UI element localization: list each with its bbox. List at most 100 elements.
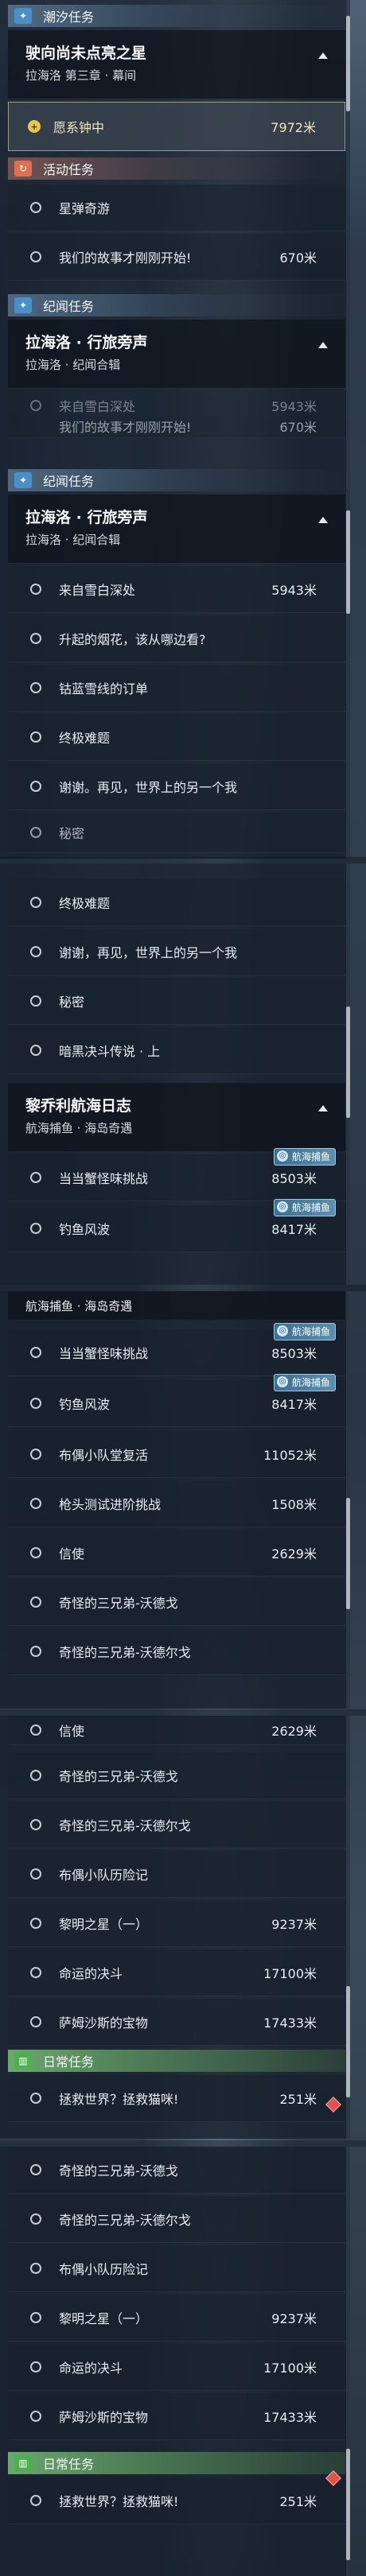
quest-row[interactable]: 布偶小队历险记 (8, 2245, 345, 2292)
quest-name: 奇怪的三兄弟-沃德戈 (59, 1769, 178, 1784)
quest-row[interactable]: 奇怪的三兄弟-沃德戈 (8, 1579, 345, 1626)
quest-distance: 17100米 (263, 2361, 317, 2376)
quest-row[interactable]: 信使 2629米 (8, 1716, 345, 1745)
quest-distance: 1508米 (271, 1497, 317, 1512)
quest-distance: 5943米 (271, 399, 317, 414)
mission-title: 拉海洛 · 行旅旁声 (25, 509, 148, 526)
quest-name: 黎明之星（一） (59, 1917, 149, 1932)
quest-row[interactable]: 秘密 (8, 813, 345, 853)
quest-row[interactable]: 星弹奇游 (8, 184, 345, 231)
quest-name: 布偶小队历险记 (59, 1868, 149, 1883)
quest-row[interactable]: 拯救世界？拯救猫咪! 251米 (8, 2075, 345, 2122)
scrollbar-thumb[interactable] (346, 1007, 350, 1118)
quest-name: 布偶小队历险记 (59, 2262, 149, 2277)
quest-distance: 8503米 (271, 1346, 317, 1361)
quest-name: 奇怪的三兄弟-沃德尔戈 (59, 1645, 191, 1660)
quest-row[interactable]: 奇怪的三兄弟-沃德戈 (8, 1752, 345, 1799)
collapse-chevron-icon[interactable] (318, 52, 328, 59)
quest-row[interactable]: 奇怪的三兄弟-沃德戈 (8, 2147, 345, 2194)
quest-name: 钓鱼风波 (59, 1222, 111, 1237)
quest-row[interactable]: 来自雪白深处 5943米 (8, 566, 345, 613)
quest-circle-icon (30, 1498, 41, 1509)
quest-row[interactable]: 命运的决斗 17100米 (8, 2344, 345, 2391)
category-header-chaoxi[interactable]: ✦ 潮汐任务 (8, 5, 345, 27)
quest-circle-icon (30, 2093, 41, 2104)
category-header-activity[interactable]: ↻ 活动任务 (8, 157, 345, 180)
collapse-chevron-icon[interactable] (318, 342, 328, 348)
quest-row[interactable]: 信使 2629米 (8, 1530, 345, 1577)
collapse-chevron-icon[interactable] (318, 517, 328, 523)
category-header-daily[interactable]: ▥ 日常任务 (8, 2452, 345, 2474)
quest-row[interactable]: 奇怪的三兄弟-沃德尔戈 (8, 1628, 345, 1675)
quest-row[interactable]: 终极难题 (8, 714, 345, 761)
quest-circle-icon (30, 1819, 41, 1830)
quest-row[interactable]: 命运的决斗 17100米 (8, 1949, 345, 1996)
quest-name: 信使 (59, 1724, 85, 1739)
quest-name: 布偶小队堂复活 (59, 1448, 149, 1463)
tracking-quest-distance: 7972米 (271, 120, 316, 135)
quest-row[interactable]: 暗黑决斗传说 · 上 (8, 1027, 345, 1074)
quest-panel-6: 奇怪的三兄弟-沃德戈 奇怪的三兄弟-沃德尔戈 布偶小队历险记 黎明之星（一） 9… (0, 2147, 350, 2576)
mission-subtitle: 航海捕鱼 · 海岛奇遇 (25, 1121, 133, 1135)
quest-row-cut: 我们的故事才刚刚开始! 670米 (8, 415, 345, 438)
scrollbar-thumb[interactable] (346, 16, 350, 111)
category-title: 纪闻任务 (43, 299, 95, 314)
quest-row[interactable]: 黎明之星（一） 9237米 (8, 1900, 345, 1947)
quest-circle-icon (30, 1724, 41, 1736)
quest-row[interactable]: 升起的烟花，该从哪边看? (8, 615, 345, 662)
fish-icon: ◎ (276, 1150, 288, 1162)
tracking-quest-row[interactable]: + 愿系钟中 7972米 (8, 102, 345, 151)
quest-row[interactable]: ◎ 航海捕鱼 钓鱼风波 8417米 (8, 1374, 345, 1427)
quest-circle-icon (30, 633, 41, 644)
quest-row[interactable]: 黎明之星（一） 9237米 (8, 2295, 345, 2341)
quest-name: 暗黑决斗传说 · 上 (59, 1044, 161, 1059)
quest-circle-icon (30, 1967, 41, 1978)
quest-name: 枪头测试进阶挑战 (59, 1497, 162, 1512)
quest-row[interactable]: ◎ 航海捕鱼 当当蟹怪味挑战 8503米 (8, 1323, 345, 1376)
quest-distance: 5943米 (271, 583, 317, 598)
mission-lahailuo[interactable]: 拉海洛 · 行旅旁声 拉海洛 · 纪闻合辑 (8, 320, 345, 389)
quest-circle-icon (30, 946, 41, 957)
quest-distance: 17433米 (263, 2015, 317, 2031)
quest-row[interactable]: ◎ 航海捕鱼 当当蟹怪味挑战 8503米 (8, 1148, 345, 1201)
quest-row[interactable]: 枪头测试进阶挑战 1508米 (8, 1480, 345, 1527)
quest-row[interactable]: 布偶小队历险记 (8, 1851, 345, 1898)
quest-row[interactable]: 拯救世界？拯救猫咪! 251米 (8, 2477, 345, 2524)
quest-circle-icon (30, 202, 41, 213)
category-header-jiwen[interactable]: ✦ 纪闻任务 (8, 469, 345, 491)
quest-circle-icon (30, 1172, 41, 1183)
fish-icon: ◎ (276, 1325, 288, 1336)
scrollbar-thumb[interactable] (346, 1498, 350, 1609)
quest-row[interactable]: 萨姆沙斯的宝物 17433米 (8, 2393, 345, 2440)
quest-row[interactable]: 钴蓝雪线的订单 (8, 665, 345, 712)
quest-row[interactable]: 秘密 (8, 978, 345, 1025)
quest-row[interactable]: 终极难题 (8, 879, 345, 926)
quest-row[interactable]: 谢谢，再见，世界上的另一个我 (8, 929, 345, 976)
quest-panel-4: 航海捕鱼 · 海岛奇遇 ◎ 航海捕鱼 当当蟹怪味挑战 8503米 ◎ 航海捕鱼 钓鱼… (0, 1291, 350, 1709)
collapse-chevron-icon[interactable] (318, 1105, 328, 1111)
category-header-jiwen[interactable]: ✦ 纪闻任务 (8, 294, 345, 316)
scrollbar-thumb[interactable] (346, 1986, 350, 2097)
event-icon: ↻ (14, 161, 32, 177)
quest-row[interactable]: 奇怪的三兄弟-沃德尔戈 (8, 1802, 345, 1849)
category-header-daily[interactable]: ▥ 日常任务 (8, 2050, 345, 2072)
quest-name: 萨姆沙斯的宝物 (59, 2015, 149, 2031)
scrollbar-thumb[interactable] (346, 510, 350, 614)
scrollbar-thumb[interactable] (346, 2449, 350, 2560)
star-icon: ✦ (14, 297, 32, 313)
tracking-quest-name: 愿系钟中 (53, 120, 105, 135)
quest-name: 我们的故事才刚刚开始! (59, 250, 192, 266)
quest-name: 我们的故事才刚刚开始! (59, 420, 192, 435)
quest-row[interactable]: 布偶小队堂复活 11052米 (8, 1431, 345, 1478)
quest-row[interactable]: 谢谢。再见，世界上的另一个我 (8, 763, 345, 810)
mission-liqiao[interactable]: 黎乔利航海日志 航海捕鱼 · 海岛奇遇 (8, 1083, 345, 1152)
mission-subtitle: 拉海洛 第三章 · 幕间 (25, 68, 137, 83)
quest-circle-icon (30, 682, 41, 693)
mission-main[interactable]: 驶向尚未点亮之星 拉海洛 第三章 · 幕间 (8, 30, 345, 99)
quest-row[interactable]: 萨姆沙斯的宝物 17433米 (8, 1999, 345, 2046)
quest-row[interactable]: ◎ 航海捕鱼 钓鱼风波 8417米 (8, 1199, 345, 1252)
quest-row[interactable]: 奇怪的三兄弟-沃德尔戈 (8, 2196, 345, 2243)
quest-row[interactable]: 我们的故事才刚刚开始! 670米 (8, 234, 345, 281)
scrollbar[interactable] (346, 415, 350, 859)
mission-lahailuo[interactable]: 拉海洛 · 行旅旁声 拉海洛 · 纪闻合辑 (8, 495, 345, 564)
